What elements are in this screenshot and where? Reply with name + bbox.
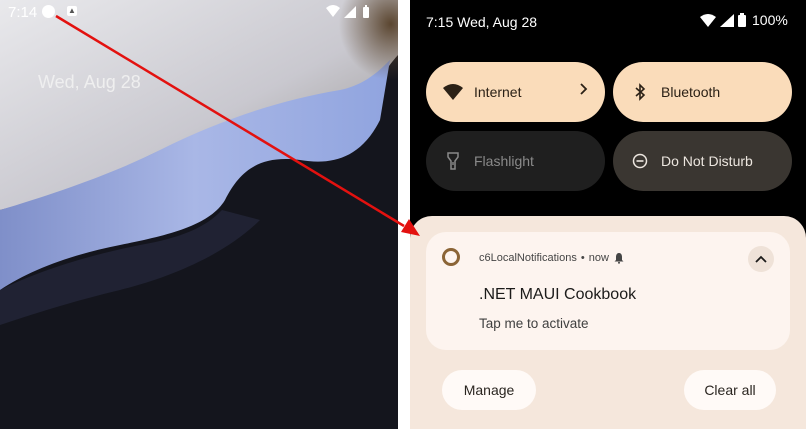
alarm-bell-icon xyxy=(614,253,624,264)
signal-icon xyxy=(720,13,734,27)
separator: • xyxy=(580,252,585,264)
status-time: 7:14 xyxy=(8,4,38,21)
wifi-icon xyxy=(700,13,716,27)
status-bar: 7:14 ▲ xyxy=(0,0,398,24)
tile-do-not-disturb[interactable]: Do Not Disturb xyxy=(613,131,792,191)
app-name: c6LocalNotifications xyxy=(479,252,577,264)
status-icons xyxy=(325,4,391,24)
app-notification-icon: ▲ xyxy=(67,6,77,16)
battery-icon xyxy=(363,5,369,18)
lock-date: Wed, Aug 28 xyxy=(38,72,141,92)
tile-internet[interactable]: Internet xyxy=(426,62,605,122)
battery-percent: 100% xyxy=(752,12,788,28)
tile-label: Internet xyxy=(474,84,522,100)
notification-card[interactable]: c6LocalNotifications • now .NET MAUI Coo… xyxy=(426,232,790,350)
wifi-icon xyxy=(442,81,464,103)
signal-icon xyxy=(344,6,356,18)
notification-dot-icon xyxy=(42,5,55,18)
screen-divider xyxy=(398,0,410,429)
clear-all-button[interactable]: Clear all xyxy=(684,370,776,410)
collapse-button[interactable] xyxy=(748,246,774,272)
tile-label: Bluetooth xyxy=(661,84,721,100)
bluetooth-icon xyxy=(629,81,651,103)
lock-screen: 7:14 ▲ Wed, Aug 28 xyxy=(0,0,398,429)
notification-shade: 7:15 Wed, Aug 28 100% Internet Bluetooth… xyxy=(410,0,806,429)
app-ring-icon xyxy=(442,248,460,266)
manage-button[interactable]: Manage xyxy=(442,370,536,410)
notification-body: Tap me to activate xyxy=(479,316,589,331)
chevron-right-icon xyxy=(579,82,589,99)
notification-time: now xyxy=(588,252,609,264)
notification-title: .NET MAUI Cookbook xyxy=(479,286,637,303)
do-not-disturb-icon xyxy=(629,150,651,172)
tile-flashlight[interactable]: Flashlight xyxy=(426,131,605,191)
wifi-icon xyxy=(326,5,340,17)
status-bar: 7:15 Wed, Aug 28 100% xyxy=(410,0,806,40)
notification-header: c6LocalNotifications • now xyxy=(479,252,625,264)
battery-icon xyxy=(738,13,746,27)
notification-panel: c6LocalNotifications • now .NET MAUI Coo… xyxy=(410,216,806,429)
tile-label: Do Not Disturb xyxy=(661,153,753,169)
chevron-up-icon xyxy=(755,255,767,263)
tile-label: Flashlight xyxy=(474,153,534,169)
flashlight-icon xyxy=(442,150,464,172)
status-icons: 100% xyxy=(700,12,788,28)
wallpaper xyxy=(0,0,398,429)
tile-bluetooth[interactable]: Bluetooth xyxy=(613,62,792,122)
status-time-date: 7:15 Wed, Aug 28 xyxy=(426,14,538,30)
